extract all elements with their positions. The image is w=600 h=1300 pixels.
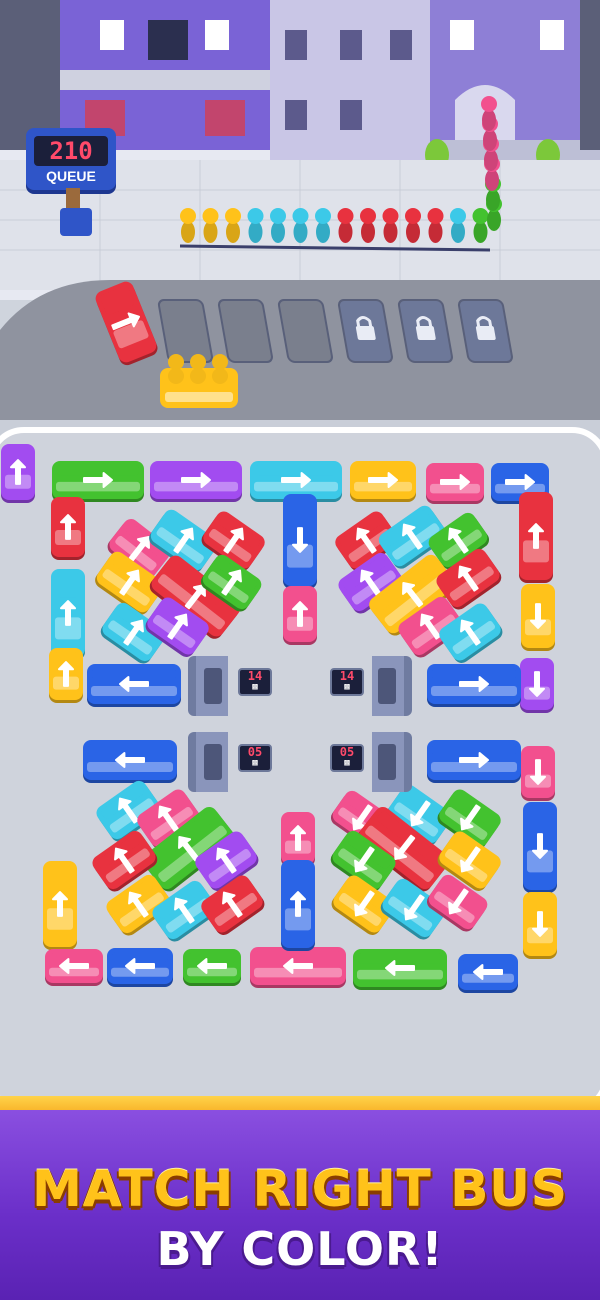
- queue-count: 210: [34, 136, 108, 166]
- purple-car[interactable]: [520, 658, 554, 713]
- pink-car[interactable]: [45, 949, 103, 986]
- yellow-car[interactable]: [523, 892, 557, 959]
- seated-passenger: [190, 368, 206, 384]
- station-counter-bottom-left: 05 ▩: [238, 744, 272, 772]
- yellow-car[interactable]: [521, 584, 555, 651]
- purple-car[interactable]: [1, 444, 35, 503]
- passenger: [360, 208, 376, 243]
- exit-station-top-left: [188, 656, 228, 716]
- headline-line-1: MATCH RIGHT BUS: [32, 1160, 568, 1218]
- queue-label: QUEUE: [46, 168, 96, 184]
- station-counter-top-left: 14 ▩: [238, 668, 272, 696]
- green-bus[interactable]: [52, 461, 144, 502]
- blue-bus[interactable]: [427, 740, 521, 783]
- pink-car[interactable]: [521, 746, 555, 801]
- station-counter-bottom-right: 05 ▩: [330, 744, 364, 772]
- seated-passenger: [168, 354, 184, 370]
- pink-car[interactable]: [283, 586, 317, 645]
- seated-passenger: [212, 368, 228, 384]
- blue-bus[interactable]: [281, 860, 315, 951]
- red-car[interactable]: [519, 492, 553, 583]
- pink-car[interactable]: [281, 812, 315, 867]
- green-car[interactable]: [183, 949, 241, 986]
- passenger: [405, 208, 421, 243]
- pink-car[interactable]: [426, 463, 484, 504]
- yellow-car[interactable]: [350, 461, 416, 502]
- pink-bus[interactable]: [250, 947, 346, 988]
- passenger: [180, 208, 196, 243]
- purple-bus[interactable]: [150, 461, 242, 502]
- yellow-car[interactable]: [43, 861, 77, 950]
- car-icon: ▩: [344, 758, 350, 768]
- queue-counter-sign: 210 QUEUE: [26, 128, 116, 190]
- passenger: [292, 208, 309, 243]
- exit-station-bottom-left: [188, 732, 228, 792]
- cyan-car[interactable]: [51, 569, 85, 660]
- exit-station-bottom-right: [372, 732, 412, 792]
- passenger: [337, 208, 354, 243]
- passenger: [225, 208, 241, 243]
- headline-line-2: BY COLOR!: [156, 1222, 444, 1276]
- blue-car[interactable]: [458, 954, 518, 993]
- sign-base: [60, 208, 92, 236]
- passenger: [382, 208, 399, 243]
- blue-bus[interactable]: [427, 664, 521, 707]
- exit-station-top-right: [372, 656, 412, 716]
- passenger: [427, 208, 444, 243]
- car-icon: ▩: [252, 682, 258, 692]
- passenger: [247, 208, 264, 243]
- blue-car[interactable]: [523, 802, 557, 893]
- seated-passenger: [168, 368, 184, 384]
- passenger: [450, 208, 466, 243]
- passenger: [481, 96, 497, 131]
- blue-bus[interactable]: [83, 740, 177, 783]
- passenger: [270, 208, 286, 243]
- car-icon: ▩: [252, 758, 258, 768]
- green-bus[interactable]: [353, 949, 447, 990]
- blue-car[interactable]: [107, 948, 173, 987]
- loaded-yellow-bus: [160, 354, 238, 408]
- blue-bus[interactable]: [283, 494, 317, 589]
- passenger: [472, 208, 489, 243]
- car-icon: ▩: [344, 682, 350, 692]
- passenger: [202, 208, 219, 243]
- passenger: [315, 208, 331, 243]
- station-counter-top-right: 14 ▩: [330, 668, 364, 696]
- red-car[interactable]: [51, 497, 85, 560]
- yellow-car[interactable]: [49, 648, 83, 703]
- seated-passenger: [190, 354, 206, 370]
- seated-passenger: [212, 354, 228, 370]
- blue-bus[interactable]: [87, 664, 181, 707]
